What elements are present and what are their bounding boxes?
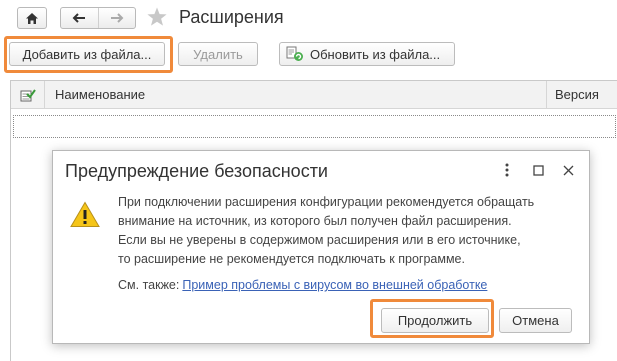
warning-message: При подключении расширения конфигурации … — [118, 193, 580, 269]
cancel-button[interactable]: Отмена — [499, 308, 572, 333]
table-settings-icon — [20, 88, 36, 101]
more-icon — [505, 163, 509, 177]
more-button[interactable] — [498, 161, 516, 179]
see-also: См. также: Пример проблемы с вирусом во в… — [118, 278, 487, 292]
back-arrow-icon — [73, 13, 86, 23]
message-line: то расширение не рекомендуется подключат… — [118, 252, 465, 266]
forward-button[interactable] — [97, 8, 135, 28]
table-header: Наименование Версия — [11, 81, 617, 109]
home-button[interactable] — [17, 7, 47, 29]
history-nav — [60, 7, 136, 29]
message-line: Если вы не уверены в содержимом расширен… — [118, 233, 521, 247]
page-title: Расширения — [179, 7, 284, 27]
message-line: При подключении расширения конфигурации … — [118, 195, 535, 209]
update-from-file-button[interactable]: Обновить из файла... — [279, 42, 455, 66]
update-from-file-label: Обновить из файла... — [310, 46, 441, 62]
maximize-icon — [532, 164, 544, 176]
maximize-button[interactable] — [529, 161, 547, 179]
see-also-label: См. также: — [118, 278, 180, 292]
column-header-name[interactable]: Наименование — [55, 87, 145, 102]
table-settings-button[interactable] — [11, 81, 45, 109]
close-button[interactable] — [559, 161, 577, 179]
dialog-title: Предупреждение безопасности — [65, 161, 328, 181]
continue-button-highlight — [370, 299, 494, 338]
back-button[interactable] — [61, 8, 98, 28]
table-row[interactable] — [13, 115, 616, 138]
add-button-highlight — [4, 36, 173, 73]
security-warning-dialog: Предупреждение безопасности При подключе… — [52, 150, 590, 344]
forward-arrow-icon — [110, 13, 124, 23]
warning-icon — [70, 201, 100, 227]
message-line: внимание на источник, из которого был по… — [118, 214, 512, 228]
close-icon — [563, 165, 573, 175]
home-icon — [26, 12, 38, 24]
virus-example-link[interactable]: Пример проблемы с вирусом во внешней обр… — [182, 278, 487, 292]
update-from-file-icon — [286, 46, 303, 61]
delete-button[interactable]: Удалить — [178, 42, 258, 66]
star-icon[interactable] — [146, 6, 168, 28]
column-header-version[interactable]: Версия — [546, 81, 617, 109]
